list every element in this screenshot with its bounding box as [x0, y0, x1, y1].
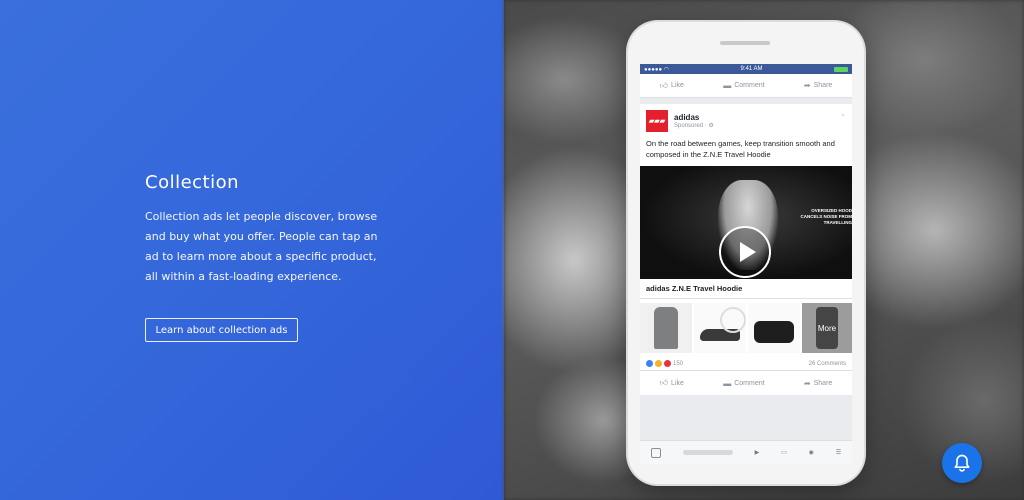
like-icon: 👍︎ — [659, 80, 669, 90]
share-button[interactable]: ➦ Share — [804, 81, 832, 90]
like-label: Like — [671, 82, 684, 89]
reactions-row: 150 26 Comments — [640, 357, 852, 371]
comment-label: Comment — [734, 82, 765, 89]
product-thumb-bag[interactable] — [748, 303, 800, 353]
bottom-toolbar: ▶ ▭ ◉ ☰ — [640, 440, 852, 464]
like-label: Like — [671, 379, 684, 387]
phone-mockup: ●●●●● ◠ 9:41 AM 👍︎ Like ▬ Comment ➦ Shar… — [628, 22, 864, 484]
post-meta: adidas Sponsored · ⚙ — [674, 113, 714, 129]
product-thumb-jacket[interactable] — [640, 303, 692, 353]
share-label: Share — [813, 82, 833, 89]
scrubber-track[interactable] — [682, 450, 733, 455]
collection-info: Collection Collection ads let people dis… — [145, 172, 385, 342]
comment-button[interactable]: ▬ Comment — [723, 379, 764, 388]
bottom-action-row: 👍︎ Like ▬ Comment ➦ Share — [640, 371, 852, 395]
product-title[interactable]: adidas Z.N.E Travel Hoodie — [640, 279, 852, 299]
menu-icon[interactable]: ☰ — [836, 449, 841, 456]
media-icon[interactable] — [650, 447, 661, 458]
share-icon: ➦ — [803, 81, 811, 90]
product-thumb-more[interactable]: More — [802, 303, 852, 353]
comment-icon: ▬ — [723, 81, 732, 90]
share-icon: ➦ — [803, 378, 811, 388]
share-button[interactable]: ➦ Share — [804, 379, 832, 388]
more-label: More — [802, 303, 852, 353]
top-action-row: 👍︎ Like ▬ Comment ➦ Share — [640, 74, 852, 98]
share-label: Share — [813, 379, 833, 387]
product-thumb-shoe[interactable] — [694, 303, 746, 353]
comment-button[interactable]: ▬ Comment — [723, 81, 764, 90]
status-bar: ●●●●● ◠ 9:41 AM — [640, 64, 852, 74]
like-button[interactable]: 👍︎ Like — [660, 81, 684, 91]
notification-bell-button[interactable] — [942, 443, 982, 483]
learn-about-collection-ads-button[interactable]: Learn about collection ads — [145, 318, 298, 342]
signal-icon: ●●●●● ◠ — [644, 66, 670, 73]
play-icon — [739, 242, 756, 262]
bell-icon — [954, 454, 970, 472]
reaction-count: 150 — [673, 360, 684, 367]
video-caption: OVERSIZED HOOD CANCELS NOISE FROM TRAVEL… — [800, 208, 852, 225]
post-author[interactable]: adidas — [674, 113, 714, 122]
adidas-logo[interactable]: ▰▰▰ — [646, 110, 668, 132]
battery-icon — [833, 66, 848, 72]
notification-icon[interactable]: ◉ — [809, 449, 814, 456]
play-button[interactable] — [719, 226, 771, 278]
sponsored-post: ▰▰▰ adidas Sponsored · ⚙ ⌄ On the road b… — [640, 104, 852, 395]
section-title: Collection — [145, 172, 240, 193]
product-thumbnails: More — [640, 299, 852, 357]
reactions-summary[interactable]: 150 — [646, 360, 683, 367]
volume-icon[interactable]: ▭ — [781, 449, 787, 456]
play-small-icon[interactable]: ▶ — [755, 449, 760, 456]
post-header: ▰▰▰ adidas Sponsored · ⚙ ⌄ — [640, 104, 852, 136]
like-button[interactable]: 👍︎ Like — [660, 378, 684, 388]
comment-icon: ▬ — [723, 378, 732, 388]
post-text: On the road between games, keep transiti… — [646, 139, 835, 159]
chevron-down-icon[interactable]: ⌄ — [840, 110, 846, 118]
comment-label: Comment — [734, 379, 765, 387]
phone-speaker — [720, 41, 770, 45]
sponsored-label: Sponsored · ⚙ — [674, 123, 714, 129]
wow-reaction-icon — [655, 360, 662, 367]
like-icon: 👍︎ — [659, 378, 669, 387]
like-reaction-icon — [646, 360, 653, 367]
love-reaction-icon — [664, 360, 671, 367]
video-player[interactable]: OVERSIZED HOOD CANCELS NOISE FROM TRAVEL… — [640, 166, 852, 279]
section-description: Collection ads let people discover, brow… — [145, 210, 378, 283]
left-panel: Collection Collection ads let people dis… — [0, 0, 504, 500]
phone-screen: ●●●●● ◠ 9:41 AM 👍︎ Like ▬ Comment ➦ Shar… — [640, 64, 852, 464]
status-time: 9:41 AM — [740, 66, 763, 72]
comments-count[interactable]: 26 Comments — [809, 361, 846, 367]
